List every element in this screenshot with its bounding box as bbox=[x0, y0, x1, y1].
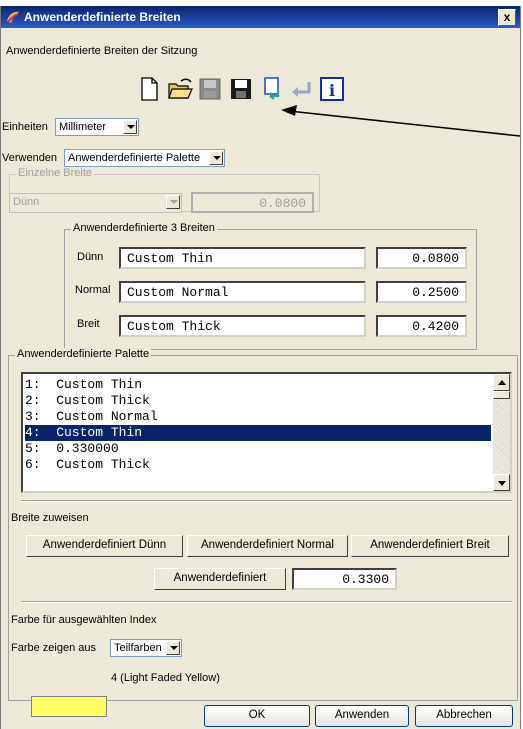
palette-legend: Anwenderdefinierte Palette bbox=[15, 348, 152, 360]
list-item[interactable]: 2: Custom Thick bbox=[25, 393, 491, 409]
custom-value: 0.3300 bbox=[342, 572, 389, 587]
thick-label: Breit bbox=[77, 318, 100, 330]
palette-scrollbar[interactable] bbox=[493, 374, 510, 491]
chevron-down-icon[interactable] bbox=[123, 120, 137, 134]
cancel-button[interactable]: Abbrechen bbox=[415, 705, 513, 727]
custom3-legend: Anwenderdefinierte 3 Breiten bbox=[71, 222, 217, 234]
annotation-arrow bbox=[281, 105, 520, 137]
use-value: Anwenderdefinierte Palette bbox=[68, 152, 201, 164]
single-width-number-value: 0.0800 bbox=[259, 196, 306, 211]
normal-value: 0.2500 bbox=[412, 285, 459, 300]
divider bbox=[21, 601, 512, 603]
apply-button[interactable]: Anwenden bbox=[315, 705, 409, 727]
dialog-window: Anwenderdefinierte Breiten x Anwenderdef… bbox=[0, 6, 521, 729]
undo-icon[interactable] bbox=[289, 76, 315, 102]
new-file-icon[interactable] bbox=[136, 76, 162, 102]
scroll-down-icon[interactable] bbox=[493, 474, 510, 491]
open-folder-icon[interactable] bbox=[167, 76, 193, 102]
list-item[interactable]: 1: Custom Thin bbox=[25, 377, 491, 393]
show-color-select[interactable]: Teilfarben bbox=[110, 639, 182, 657]
export-icon[interactable] bbox=[260, 76, 286, 102]
thick-value: 0.4200 bbox=[412, 319, 459, 334]
single-width-value: Dünn bbox=[13, 196, 40, 208]
window-title: Anwenderdefinierte Breiten bbox=[24, 10, 181, 24]
list-item-selected[interactable]: 4: Custom Thin bbox=[25, 425, 491, 441]
assign-custom-button[interactable]: Anwenderdefiniert bbox=[154, 568, 286, 590]
chevron-down-icon[interactable] bbox=[166, 641, 180, 655]
divider bbox=[21, 500, 512, 502]
save-as-icon[interactable] bbox=[228, 76, 254, 102]
thin-value: 0.0800 bbox=[412, 251, 459, 266]
chevron-down-icon[interactable] bbox=[209, 151, 223, 165]
thin-value-field[interactable]: 0.0800 bbox=[376, 247, 467, 269]
chevron-down-icon bbox=[166, 195, 180, 209]
color-swatch bbox=[31, 696, 107, 717]
show-color-label: Farbe zeigen aus bbox=[11, 642, 96, 654]
show-color-value: Teilfarben bbox=[114, 642, 162, 654]
thin-name-value: Custom Thin bbox=[127, 251, 213, 266]
thick-name-value: Custom Thick bbox=[127, 319, 221, 334]
normal-name-value: Custom Normal bbox=[127, 285, 229, 300]
close-button[interactable]: x bbox=[498, 9, 516, 26]
custom-value-field[interactable]: 0.3300 bbox=[292, 568, 397, 590]
use-label: Verwenden bbox=[2, 152, 58, 164]
thick-value-field[interactable]: 0.4200 bbox=[376, 315, 467, 337]
session-label: Anwenderdefinierte Breiten der Sitzung bbox=[6, 45, 198, 57]
list-item[interactable]: 5: 0.330000 bbox=[25, 441, 491, 457]
single-width-select: Dünn bbox=[9, 193, 182, 213]
assign-label: Breite zuweisen bbox=[11, 512, 89, 524]
palette-listbox[interactable]: 1: Custom Thin 2: Custom Thick 3: Custom… bbox=[21, 372, 512, 493]
units-value: Millimeter bbox=[59, 121, 107, 133]
normal-label: Normal bbox=[75, 284, 111, 296]
single-width-number: 0.0800 bbox=[191, 192, 314, 213]
scroll-up-icon[interactable] bbox=[493, 374, 510, 391]
title-bar: Anwenderdefinierte Breiten x bbox=[1, 6, 520, 28]
save-icon[interactable] bbox=[197, 76, 223, 102]
swatch-label: 4 (Light Faded Yellow) bbox=[111, 672, 220, 684]
use-select[interactable]: Anwenderdefinierte Palette bbox=[64, 149, 225, 167]
thin-name-field[interactable]: Custom Thin bbox=[119, 247, 366, 269]
info-icon[interactable]: i bbox=[319, 76, 345, 102]
list-item[interactable]: 6: Custom Thick bbox=[25, 457, 491, 473]
color-heading: Farbe für ausgewählten Index bbox=[11, 614, 157, 626]
scroll-thumb[interactable] bbox=[493, 391, 510, 399]
assign-normal-button[interactable]: Anwenderdefiniert Normal bbox=[187, 535, 348, 557]
thick-name-field[interactable]: Custom Thick bbox=[119, 315, 366, 337]
units-select[interactable]: Millimeter bbox=[55, 118, 139, 136]
app-icon bbox=[7, 11, 19, 23]
normal-name-field[interactable]: Custom Normal bbox=[119, 281, 366, 303]
assign-thick-button[interactable]: Anwenderdefiniert Breit bbox=[351, 535, 509, 557]
assign-thin-button[interactable]: Anwenderdefiniert Dünn bbox=[26, 535, 183, 557]
svg-text:i: i bbox=[329, 81, 335, 100]
single-width-legend: Einzelne Breite bbox=[16, 167, 94, 179]
ok-button[interactable]: OK bbox=[204, 705, 310, 727]
units-label: Einheiten bbox=[2, 121, 48, 133]
list-item[interactable]: 3: Custom Normal bbox=[25, 409, 491, 425]
normal-value-field[interactable]: 0.2500 bbox=[376, 281, 467, 303]
thin-label: Dünn bbox=[77, 251, 104, 263]
